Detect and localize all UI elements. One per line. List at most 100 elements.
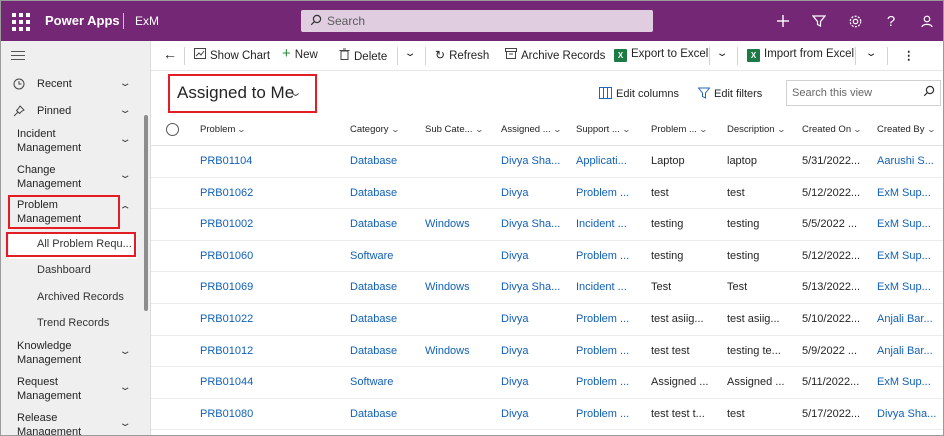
column-header-assigned[interactable]: Assigned ... ⌄ xyxy=(501,124,562,135)
cell-category[interactable]: Database xyxy=(350,313,420,325)
global-search-input[interactable]: Search xyxy=(301,10,653,32)
cell-assigned-to[interactable]: Divya xyxy=(501,345,571,357)
cell-created-by[interactable]: Aarushi S... xyxy=(877,155,943,167)
column-header-created-by[interactable]: Created By ⌄ xyxy=(877,124,936,135)
cell-assigned-to[interactable]: Divya xyxy=(501,187,571,199)
sidebar-group-release[interactable]: Release Management ⌄ xyxy=(1,412,141,435)
sidebar-item-dashboard[interactable]: Dashboard xyxy=(37,264,91,276)
sidebar-group-request[interactable]: Request Management ⌄ xyxy=(1,376,141,404)
new-button[interactable]: + New xyxy=(282,46,318,61)
cell-assigned-to[interactable]: Divya xyxy=(501,408,571,420)
cell-sub-category[interactable]: Windows xyxy=(425,345,495,357)
table-row[interactable]: PRB01104 Database Divya Sha... Applicati...… xyxy=(151,146,943,178)
cell-created-by[interactable]: Anjali Bar... xyxy=(877,345,943,357)
cell-problem-id[interactable]: PRB01002 xyxy=(200,218,270,230)
sidebar-item-archived-records[interactable]: Archived Records xyxy=(37,291,124,303)
cell-created-by[interactable]: ExM Sup... xyxy=(877,250,943,262)
cell-category[interactable]: Database xyxy=(350,345,420,357)
app-name[interactable]: Power Apps xyxy=(45,13,120,28)
table-row[interactable]: PRB01012 Database Windows Divya Problem ... t… xyxy=(151,336,943,368)
cell-problem-id[interactable]: PRB01069 xyxy=(200,281,270,293)
column-header-category[interactable]: Category ⌄ xyxy=(350,124,400,135)
user-icon[interactable] xyxy=(917,11,937,31)
cell-problem-id[interactable]: PRB01060 xyxy=(200,250,270,262)
cell-created-by[interactable]: ExM Sup... xyxy=(877,187,943,199)
app-launcher-icon[interactable] xyxy=(9,10,31,32)
column-header-created-on[interactable]: Created On ⌄ xyxy=(802,124,862,135)
table-row[interactable]: PRB01002 Database Windows Divya Sha... Incid… xyxy=(151,209,943,241)
cell-support-group[interactable]: Problem ... xyxy=(576,376,646,388)
cell-assigned-to[interactable]: Divya xyxy=(501,313,571,325)
cell-category[interactable]: Database xyxy=(350,408,420,420)
add-icon[interactable] xyxy=(773,11,793,31)
gear-icon[interactable] xyxy=(845,11,865,31)
edit-filters-button[interactable]: Edit filters xyxy=(697,87,762,102)
cell-assigned-to[interactable]: Divya xyxy=(501,250,571,262)
environment-name[interactable]: ExM xyxy=(135,14,159,28)
chevron-down-icon[interactable]: ⌄ xyxy=(404,48,417,59)
cell-problem-id[interactable]: PRB01022 xyxy=(200,313,270,325)
cell-problem-id[interactable]: PRB01044 xyxy=(200,376,270,388)
cell-created-by[interactable]: ExM Sup... xyxy=(877,281,943,293)
import-excel-button[interactable]: X Import from Excel xyxy=(747,48,854,62)
cell-assigned-to[interactable]: Divya Sha... xyxy=(501,155,571,167)
cell-problem-id[interactable]: PRB01062 xyxy=(200,187,270,199)
column-header-support[interactable]: Support ... ⌄ xyxy=(576,124,631,135)
cell-problem-id[interactable]: PRB01104 xyxy=(200,155,270,167)
sidebar-item-pinned[interactable]: Pinned ⌄ xyxy=(1,105,141,121)
sidebar-group-incident[interactable]: Incident Management ⌄ xyxy=(1,128,141,156)
show-chart-button[interactable]: Show Chart xyxy=(194,48,270,62)
cell-support-group[interactable]: Incident ... xyxy=(576,281,646,293)
cell-category[interactable]: Database xyxy=(350,218,420,230)
cell-assigned-to[interactable]: Divya Sha... xyxy=(501,218,571,230)
delete-button[interactable]: Delete xyxy=(339,48,387,63)
table-row[interactable]: PRB01080 Database Divya Problem ... test tes… xyxy=(151,399,943,431)
cell-support-group[interactable]: Problem ... xyxy=(576,187,646,199)
cell-problem-id[interactable]: PRB01080 xyxy=(200,408,270,420)
help-icon[interactable]: ? xyxy=(881,11,901,31)
cell-created-by[interactable]: ExM Sup... xyxy=(877,376,943,388)
export-excel-button[interactable]: X Export to Excel xyxy=(614,48,708,62)
chevron-up-icon[interactable]: ⌄ xyxy=(118,203,131,214)
table-row[interactable]: PRB01069 Database Windows Divya Sha... Incid… xyxy=(151,272,943,304)
cell-problem-id[interactable]: PRB01012 xyxy=(200,345,270,357)
chevron-down-icon[interactable]: ⌄ xyxy=(118,134,131,145)
chevron-down-icon[interactable]: ⌄ xyxy=(118,170,131,181)
chevron-down-icon[interactable]: ⌄ xyxy=(118,78,131,89)
cell-sub-category[interactable]: Windows xyxy=(425,281,495,293)
table-row[interactable]: PRB01060 Software Divya Problem ... testing t… xyxy=(151,241,943,273)
search-icon[interactable] xyxy=(923,85,935,100)
hamburger-icon[interactable] xyxy=(11,51,25,63)
view-search-input[interactable]: Search this view xyxy=(786,80,941,106)
cell-support-group[interactable]: Incident ... xyxy=(576,218,646,230)
sidebar-group-change[interactable]: Change Management ⌄ xyxy=(1,164,141,192)
cell-category[interactable]: Database xyxy=(350,187,420,199)
column-header-sub-category[interactable]: Sub Cate... ⌄ xyxy=(425,124,484,135)
more-commands-icon[interactable]: ⋮ xyxy=(903,48,915,62)
archive-records-button[interactable]: Archive Records xyxy=(505,48,605,62)
cell-sub-category[interactable]: Windows xyxy=(425,218,495,230)
back-arrow-icon[interactable]: ← xyxy=(163,46,177,62)
table-row[interactable]: PRB01022 Database Divya Problem ... test asi… xyxy=(151,304,943,336)
cell-support-group[interactable]: Problem ... xyxy=(576,313,646,325)
cell-support-group[interactable]: Problem ... xyxy=(576,345,646,357)
cell-created-by[interactable]: Anjali Bar... xyxy=(877,313,943,325)
chevron-down-icon[interactable]: ⌄ xyxy=(118,382,131,393)
cell-created-by[interactable]: ExM Sup... xyxy=(877,218,943,230)
chevron-down-icon[interactable]: ⌄ xyxy=(716,48,729,59)
sidebar-group-knowledge[interactable]: Knowledge Management ⌄ xyxy=(1,340,141,368)
cell-category[interactable]: Database xyxy=(350,281,420,293)
select-all-checkbox[interactable] xyxy=(166,123,179,136)
edit-columns-button[interactable]: Edit columns xyxy=(599,87,679,102)
chevron-down-icon[interactable]: ⌄ xyxy=(118,346,131,357)
column-header-problem[interactable]: Problem ⌄ xyxy=(200,124,246,135)
cell-support-group[interactable]: Problem ... xyxy=(576,408,646,420)
refresh-button[interactable]: ↻ Refresh xyxy=(435,48,489,62)
sidebar-scrollbar[interactable] xyxy=(144,115,148,311)
cell-category[interactable]: Software xyxy=(350,250,420,262)
cell-category[interactable]: Database xyxy=(350,155,420,167)
sidebar-item-trend-records[interactable]: Trend Records xyxy=(37,317,109,329)
cell-support-group[interactable]: Problem ... xyxy=(576,250,646,262)
chevron-down-icon[interactable]: ⌄ xyxy=(118,418,131,429)
column-header-problem-title[interactable]: Problem ... ⌄ xyxy=(651,124,708,135)
